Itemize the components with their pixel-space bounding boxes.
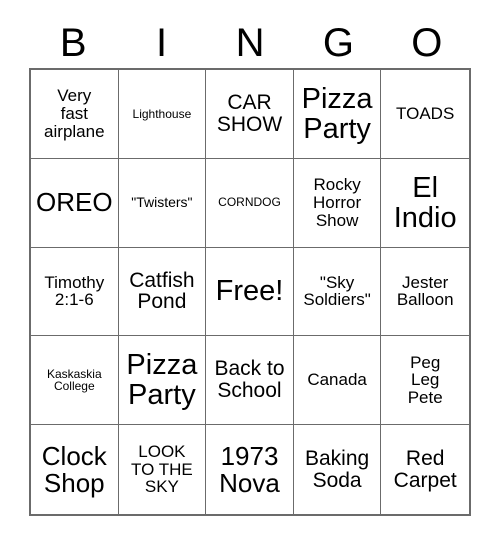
bingo-cell-r3c2[interactable]: Catfish Pond xyxy=(118,247,207,337)
bingo-cell-r2c1[interactable]: OREO xyxy=(31,158,119,248)
bingo-cell-r4c3[interactable]: Back to School xyxy=(206,336,294,426)
bingo-cell-r5c3[interactable]: 1973 Nova xyxy=(206,425,294,514)
bingo-cell-r2c3[interactable]: CORNDOG xyxy=(206,158,294,248)
bingo-cell-r1c3[interactable]: CAR SHOW xyxy=(206,70,294,159)
bingo-cell-r4c2[interactable]: Pizza Party xyxy=(118,336,207,426)
bingo-cell-r1c1[interactable]: Very fast airplane xyxy=(31,70,119,159)
bingo-cell-label: Clock Shop xyxy=(41,440,107,498)
bingo-cell-label: Peg Leg Pete xyxy=(407,352,443,408)
bingo-cell-label: Back to School xyxy=(214,357,285,403)
bingo-cell-r2c4[interactable]: Rocky Horror Show xyxy=(293,158,382,248)
bingo-cell-label: Pizza Party xyxy=(301,82,373,145)
bingo-cell-r3c1[interactable]: Timothy 2:1-6 xyxy=(31,247,119,337)
bingo-header-letter-g: G xyxy=(322,21,354,65)
bingo-cell-label: Red Carpet xyxy=(393,446,457,492)
bingo-cell-label: Lighthouse xyxy=(132,106,192,121)
bingo-header-letter-o: O xyxy=(411,21,443,65)
bingo-cell-label: Baking Soda xyxy=(304,446,370,492)
bingo-cell-r3c5[interactable]: Jester Balloon xyxy=(381,247,469,337)
bingo-cell-r5c2[interactable]: LOOK TO THE SKY xyxy=(118,425,207,514)
bingo-cell-label: OREO xyxy=(36,187,113,218)
bingo-grid: Very fast airplane Lighthouse CAR SHOW P… xyxy=(29,68,471,516)
bingo-cell-free-space[interactable]: Free! xyxy=(206,247,294,337)
bingo-cell-r1c5[interactable]: TOADS xyxy=(381,70,469,159)
bingo-cell-r5c4[interactable]: Baking Soda xyxy=(293,425,382,514)
bingo-cell-label: "Sky Soldiers" xyxy=(303,272,371,310)
bingo-cell-r5c5[interactable]: Red Carpet xyxy=(381,425,469,514)
bingo-card: B I N G O Very fast airplane Lighthouse … xyxy=(0,0,500,544)
bingo-cell-r3c4[interactable]: "Sky Soldiers" xyxy=(293,247,382,337)
bingo-cell-label: Pizza Party xyxy=(126,349,198,412)
bingo-cell-label: LOOK TO THE SKY xyxy=(131,442,193,497)
bingo-cell-label: El Indio xyxy=(393,171,457,234)
bingo-header-letter-n: N xyxy=(235,21,265,65)
bingo-cell-r5c1[interactable]: Clock Shop xyxy=(31,425,119,514)
bingo-cell-label: Jester Balloon xyxy=(396,272,454,310)
bingo-cell-label: Kaskaskia College xyxy=(46,366,102,394)
bingo-cell-r4c5[interactable]: Peg Leg Pete xyxy=(381,336,469,426)
bingo-cell-label: Catfish Pond xyxy=(129,268,195,314)
bingo-cell-label: Canada xyxy=(307,370,367,390)
bingo-header-letter-b: B xyxy=(59,21,87,65)
bingo-cell-r4c1[interactable]: Kaskaskia College xyxy=(31,336,119,426)
bingo-free-space-label: Free! xyxy=(215,275,284,308)
bingo-cell-label: "Twisters" xyxy=(131,194,193,211)
bingo-header-letter-i: I xyxy=(156,21,168,65)
bingo-cell-r2c5[interactable]: El Indio xyxy=(381,158,469,248)
bingo-cell-label: CAR SHOW xyxy=(216,91,283,136)
bingo-cell-r1c2[interactable]: Lighthouse xyxy=(118,70,207,159)
bingo-header-row: B I N G O xyxy=(29,18,471,68)
bingo-cell-label: CORNDOG xyxy=(218,195,281,210)
bingo-cell-label: TOADS xyxy=(396,104,455,124)
bingo-cell-r2c2[interactable]: "Twisters" xyxy=(118,158,207,248)
bingo-cell-label: Timothy 2:1-6 xyxy=(44,272,105,310)
bingo-cell-r4c4[interactable]: Canada xyxy=(293,336,382,426)
bingo-cell-label: Rocky Horror Show xyxy=(313,175,362,230)
bingo-cell-label: 1973 Nova xyxy=(219,440,280,498)
bingo-cell-label: Very fast airplane xyxy=(44,86,105,141)
bingo-cell-r1c4[interactable]: Pizza Party xyxy=(293,70,382,159)
